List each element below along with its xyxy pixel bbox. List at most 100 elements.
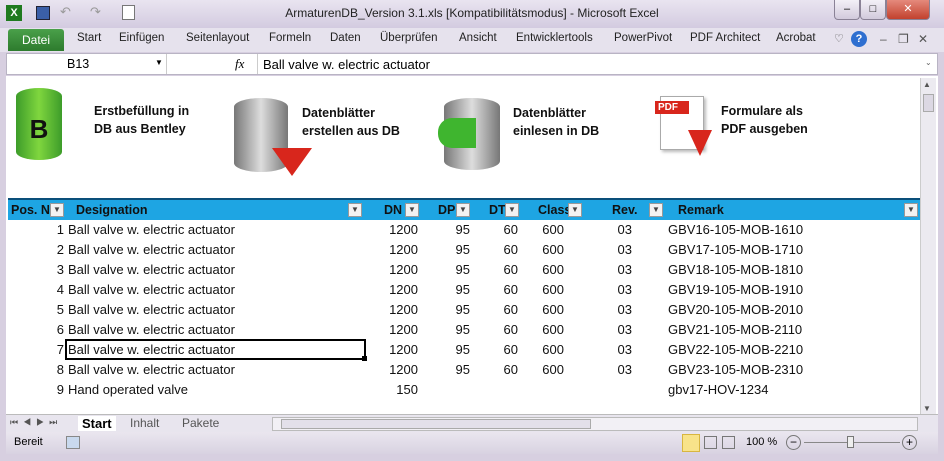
- filter-dropdown-dn[interactable]: ▼: [405, 203, 419, 217]
- cell-dp[interactable]: 95: [422, 242, 470, 257]
- cell-class[interactable]: 600: [528, 282, 564, 297]
- formula-input[interactable]: Ball valve w. electric actuator: [263, 57, 430, 72]
- cell-pos[interactable]: 9: [8, 382, 64, 397]
- zoom-out-icon[interactable]: −: [786, 435, 801, 450]
- page-layout-view-icon[interactable]: [704, 436, 717, 449]
- cell-pos[interactable]: 1: [8, 222, 64, 237]
- action-create-datasheets[interactable]: Datenblätter erstellen aus DB: [302, 104, 400, 140]
- workbook-close-icon[interactable]: ✕: [918, 32, 928, 46]
- tab-pdf-architect[interactable]: PDF Architect: [690, 32, 760, 44]
- cell-rev[interactable]: 03: [588, 242, 632, 257]
- action-initial-fill[interactable]: Erstbefüllung in DB aus Bentley: [94, 102, 189, 138]
- cell-pos[interactable]: 8: [8, 362, 64, 377]
- cell-dp[interactable]: 95: [422, 362, 470, 377]
- cell-remark[interactable]: GBV16-105-MOB-1610: [668, 222, 918, 237]
- cell-class[interactable]: 600: [528, 242, 564, 257]
- cell-remark[interactable]: GBV17-105-MOB-1710: [668, 242, 918, 257]
- cell-pos[interactable]: 7: [8, 342, 64, 357]
- cell-rev[interactable]: 03: [588, 302, 632, 317]
- tab-start[interactable]: Start: [77, 32, 101, 44]
- cell-dt[interactable]: 60: [474, 362, 518, 377]
- cell-rev[interactable]: 03: [588, 342, 632, 357]
- scroll-up-icon[interactable]: ▲: [923, 80, 931, 89]
- filter-dropdown-class[interactable]: ▼: [568, 203, 582, 217]
- cell-dp[interactable]: 95: [422, 302, 470, 317]
- cell-designation[interactable]: Ball valve w. electric actuator: [68, 242, 358, 257]
- cell-pos[interactable]: 6: [8, 322, 64, 337]
- database-b-icon[interactable]: B: [16, 88, 62, 160]
- cell-designation[interactable]: Ball valve w. electric actuator: [68, 222, 358, 237]
- vertical-scrollbar[interactable]: ▲ ▼: [920, 78, 936, 414]
- cell-designation[interactable]: Ball valve w. electric actuator: [68, 362, 358, 377]
- cell-dp[interactable]: 95: [422, 282, 470, 297]
- action-import-datasheets[interactable]: Datenblätter einlesen in DB: [513, 104, 599, 140]
- page-break-view-icon[interactable]: [722, 436, 735, 449]
- cell-remark[interactable]: gbv17-HOV-1234: [668, 382, 918, 397]
- cell-dt[interactable]: 60: [474, 282, 518, 297]
- filter-dropdown-designation[interactable]: ▼: [348, 203, 362, 217]
- cell-dt[interactable]: 60: [474, 322, 518, 337]
- cell-dt[interactable]: 60: [474, 222, 518, 237]
- cell-dn[interactable]: 1200: [368, 282, 418, 297]
- minimize-button[interactable]: –: [834, 0, 860, 20]
- cell-dn[interactable]: 1200: [368, 342, 418, 357]
- cell-class[interactable]: 600: [528, 362, 564, 377]
- cell-designation[interactable]: Hand operated valve: [68, 382, 358, 397]
- zoom-in-icon[interactable]: +: [902, 435, 917, 450]
- cell-dt[interactable]: 60: [474, 302, 518, 317]
- tab-formulas[interactable]: Formeln: [269, 32, 311, 44]
- scroll-down-icon[interactable]: ▼: [923, 404, 931, 413]
- workbook-minimize-icon[interactable]: –: [880, 32, 887, 46]
- cell-rev[interactable]: 03: [588, 322, 632, 337]
- cell-remark[interactable]: GBV19-105-MOB-1910: [668, 282, 918, 297]
- cell-dn[interactable]: 1200: [368, 302, 418, 317]
- action-export-pdf[interactable]: Formulare als PDF ausgeben: [721, 102, 808, 138]
- help-icon[interactable]: ?: [851, 31, 867, 47]
- cell-pos[interactable]: 2: [8, 242, 64, 257]
- cell-remark[interactable]: GBV22-105-MOB-2210: [668, 342, 918, 357]
- name-box[interactable]: B13 ▼: [7, 54, 167, 74]
- sheet-tab-pakete[interactable]: Pakete: [182, 416, 219, 430]
- cell-class[interactable]: 600: [528, 222, 564, 237]
- sheet-nav-arrows[interactable]: ⏮◀▶⏭: [10, 417, 62, 428]
- tab-view[interactable]: Ansicht: [459, 32, 497, 44]
- cell-pos[interactable]: 4: [8, 282, 64, 297]
- cell-dt[interactable]: 60: [474, 242, 518, 257]
- filter-dropdown-dp[interactable]: ▼: [456, 203, 470, 217]
- tab-review[interactable]: Überprüfen: [380, 32, 438, 44]
- cell-pos[interactable]: 5: [8, 302, 64, 317]
- horizontal-scroll-thumb[interactable]: [281, 419, 591, 429]
- cell-dp[interactable]: 95: [422, 322, 470, 337]
- cell-rev[interactable]: 03: [588, 362, 632, 377]
- cell-class[interactable]: 600: [528, 342, 564, 357]
- ribbon-collapse-icon[interactable]: ♡: [834, 32, 844, 45]
- fx-icon[interactable]: fx: [235, 56, 244, 72]
- zoom-slider-thumb[interactable]: [847, 436, 854, 448]
- workbook-restore-icon[interactable]: ❐: [898, 32, 909, 46]
- filter-dropdown-remark[interactable]: ▼: [904, 203, 918, 217]
- cell-dt[interactable]: 60: [474, 262, 518, 277]
- cell-remark[interactable]: GBV20-105-MOB-2010: [668, 302, 918, 317]
- cell-class[interactable]: 600: [528, 302, 564, 317]
- filter-dropdown-dt[interactable]: ▼: [505, 203, 519, 217]
- cell-dn[interactable]: 1200: [368, 362, 418, 377]
- cell-remark[interactable]: GBV21-105-MOB-2110: [668, 322, 918, 337]
- filter-dropdown-rev[interactable]: ▼: [649, 203, 663, 217]
- fill-handle[interactable]: [362, 356, 367, 361]
- tab-acrobat[interactable]: Acrobat: [776, 32, 816, 44]
- tab-file[interactable]: Datei: [8, 29, 64, 51]
- macro-record-icon[interactable]: [66, 436, 80, 449]
- chevron-down-icon[interactable]: ▼: [155, 58, 163, 67]
- tab-page-layout[interactable]: Seitenlayout: [186, 32, 249, 44]
- cell-dn[interactable]: 1200: [368, 222, 418, 237]
- cell-dp[interactable]: 95: [422, 262, 470, 277]
- cell-dn[interactable]: 1200: [368, 322, 418, 337]
- sheet-tab-inhalt[interactable]: Inhalt: [130, 416, 159, 430]
- zoom-level[interactable]: 100 %: [746, 436, 777, 448]
- cell-dt[interactable]: 60: [474, 342, 518, 357]
- cell-rev[interactable]: 03: [588, 222, 632, 237]
- tab-powerpivot[interactable]: PowerPivot: [614, 32, 672, 44]
- tab-insert[interactable]: Einfügen: [119, 32, 164, 44]
- horizontal-scrollbar[interactable]: [272, 417, 918, 431]
- cell-class[interactable]: 600: [528, 322, 564, 337]
